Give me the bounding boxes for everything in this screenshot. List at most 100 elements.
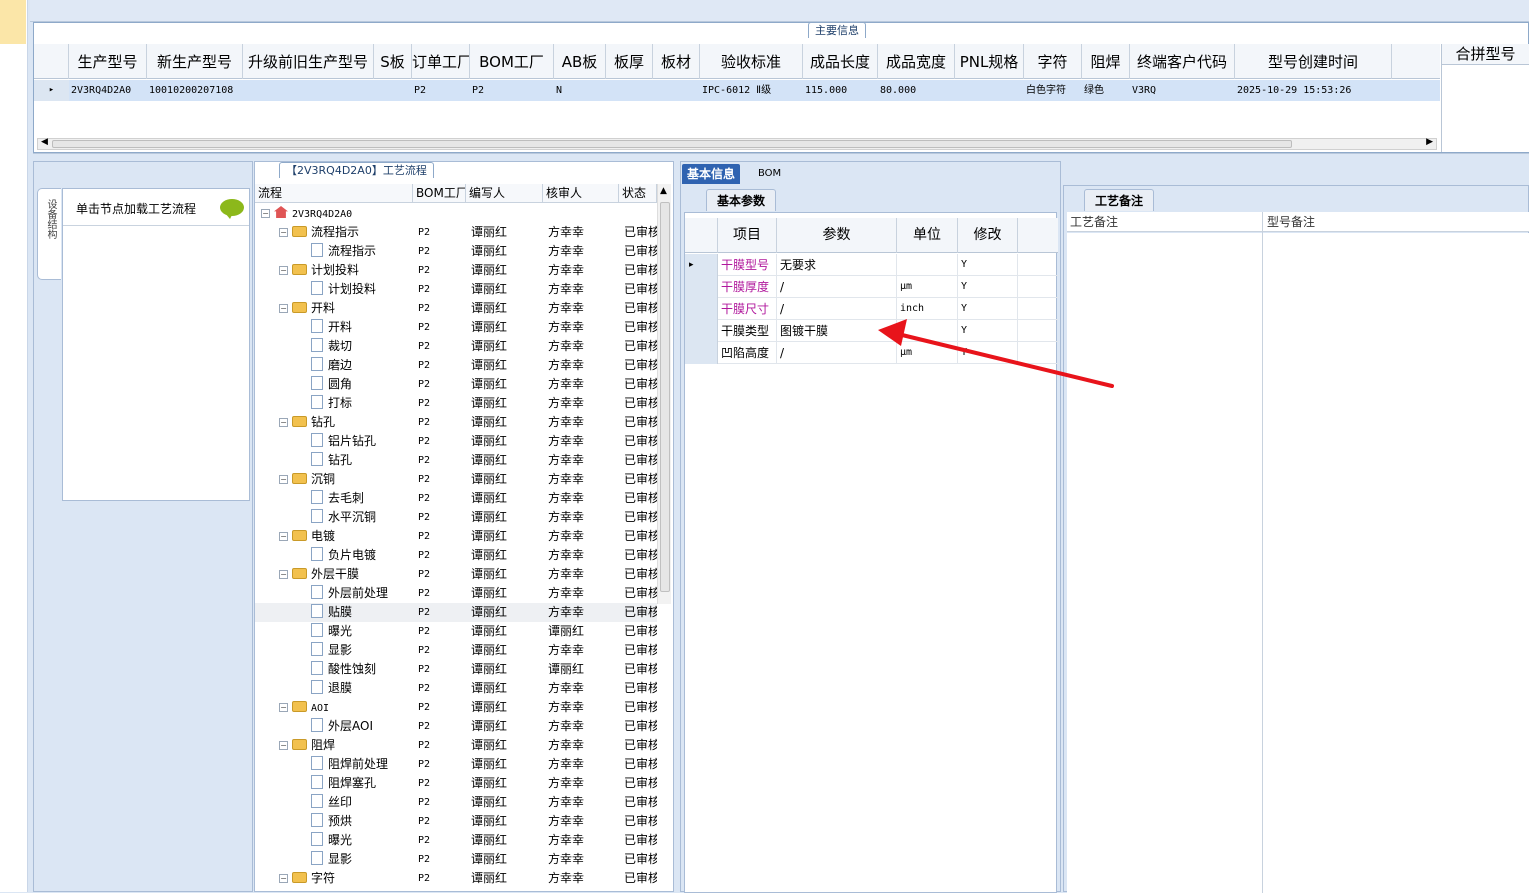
tree-node-name[interactable]: 退膜 — [295, 679, 413, 698]
param-row[interactable]: ▸ 干膜型号 无要求 Y — [685, 254, 1058, 276]
row-header[interactable] — [685, 342, 718, 364]
col-header[interactable]: PNL规格 — [955, 44, 1024, 79]
tree-node-row[interactable]: − 外层干膜 P2 谭丽红 方幸幸 已审核 — [255, 565, 657, 584]
tree-node-name[interactable]: 阻焊前处理 — [295, 755, 413, 774]
tree-node-name[interactable]: 开料 — [295, 318, 413, 337]
row-header[interactable] — [685, 298, 718, 320]
tree-node-row[interactable]: − 沉铜 P2 谭丽红 方幸幸 已审核 — [255, 470, 657, 489]
scroll-thumb[interactable] — [52, 140, 1292, 148]
tree-node-name[interactable]: − 2V3RQ4D2A0 — [261, 204, 413, 223]
tree-node-name[interactable]: 丝印 — [295, 793, 413, 812]
subtab-process-remarks[interactable]: 工艺备注 — [1084, 189, 1155, 211]
tree-node-name[interactable]: 计划投料 — [295, 280, 413, 299]
col-header[interactable]: 板材 — [653, 44, 700, 79]
col-header[interactable]: 验收标准 — [700, 44, 803, 79]
param-param[interactable]: / — [777, 342, 897, 364]
param-modify[interactable]: Y — [958, 320, 1018, 342]
cell-value[interactable]: P2 — [470, 80, 554, 101]
cell-value[interactable] — [653, 80, 700, 101]
row-header-corner[interactable] — [34, 44, 69, 79]
tree-node-name[interactable]: − 电镀 — [279, 527, 413, 546]
cell-value[interactable]: 2V3RQ4D2A0 — [69, 80, 147, 101]
tab-bom[interactable]: BOM — [753, 164, 786, 184]
collapse-icon[interactable]: − — [279, 874, 288, 883]
cell-value[interactable]: N — [554, 80, 606, 101]
structure-node-box[interactable]: 单击节点加载工艺流程 — [62, 188, 250, 501]
tree-node-name[interactable]: 圆角 — [295, 375, 413, 394]
cell-value[interactable] — [374, 80, 412, 101]
param-modify[interactable]: Y — [958, 254, 1018, 276]
left-edge-tab[interactable] — [0, 0, 26, 44]
col-process-remarks[interactable]: 工艺备注 — [1067, 212, 1118, 232]
cell-value[interactable]: 10010200207108 — [147, 80, 243, 101]
tree-node-row[interactable]: 外层前处理 P2 谭丽红 方幸幸 已审核 — [255, 584, 657, 603]
tree-node-name[interactable]: 预烘 — [295, 812, 413, 831]
collapse-icon[interactable]: − — [279, 570, 288, 579]
tree-node-name[interactable]: 酸性蚀刻 — [295, 660, 413, 679]
scroll-thumb[interactable] — [660, 202, 670, 592]
tree-node-name[interactable]: − 外层干膜 — [279, 565, 413, 584]
param-item[interactable]: 凹陷高度 — [718, 342, 777, 364]
tree-node-name[interactable]: 钻孔 — [295, 451, 413, 470]
main-info-hscrollbar[interactable]: ◀ ▶ — [37, 137, 1437, 150]
tree-node-row[interactable]: 负片电镀 P2 谭丽红 方幸幸 已审核 — [255, 546, 657, 565]
tree-node-row[interactable]: 裁切 P2 谭丽红 方幸幸 已审核 — [255, 337, 657, 356]
cell-value[interactable] — [955, 80, 1024, 101]
tree-node-name[interactable]: 显影 — [295, 850, 413, 869]
tree-node-name[interactable]: − AOI — [279, 698, 413, 717]
cell-value[interactable]: IPC-6012 Ⅱ级 — [700, 80, 803, 101]
tree-node-row[interactable]: − 开料 P2 谭丽红 方幸幸 已审核 — [255, 299, 657, 318]
col-model-remarks[interactable]: 型号备注 — [1264, 212, 1315, 232]
param-param[interactable]: / — [777, 298, 897, 320]
col-header[interactable]: 阻焊 — [1082, 44, 1130, 79]
tree-node-name[interactable]: − 流程指示 — [279, 223, 413, 242]
param-item[interactable]: 干膜厚度 — [718, 276, 777, 298]
col-header[interactable]: 成品长度 — [803, 44, 878, 79]
col-header[interactable]: 生产型号 — [69, 44, 147, 79]
tree-node-row[interactable]: 水平沉铜 P2 谭丽红 方幸幸 已审核 — [255, 508, 657, 527]
tree-node-row[interactable]: 曝光 P2 谭丽红 方幸幸 已审核 — [255, 831, 657, 850]
tree-node-name[interactable]: 裁切 — [295, 337, 413, 356]
tree-node-name[interactable]: − 计划投料 — [279, 261, 413, 280]
flow-col-header[interactable]: 流程 — [255, 184, 413, 203]
tree-node-row[interactable]: − 计划投料 P2 谭丽红 方幸幸 已审核 — [255, 261, 657, 280]
tree-node-name[interactable]: − 钻孔 — [279, 413, 413, 432]
tree-node-name[interactable]: 显影 — [295, 641, 413, 660]
param-row[interactable]: 干膜尺寸 / inch Y — [685, 298, 1058, 320]
col-header[interactable]: 升级前旧生产型号 — [243, 44, 374, 79]
collapse-icon[interactable]: − — [279, 228, 288, 237]
param-unit[interactable] — [897, 254, 958, 276]
tree-node-row[interactable]: − 字符 P2 谭丽红 方幸幸 已审核 — [255, 869, 657, 888]
flow-tree-vscrollbar[interactable]: ▲ — [657, 184, 671, 604]
col-modify[interactable]: 修改 — [958, 218, 1018, 253]
flow-col-header[interactable]: 核审人 — [543, 184, 619, 203]
tree-node-row[interactable]: − 2V3RQ4D2A0 — [255, 204, 657, 223]
tree-node-row[interactable]: 丝印 P2 谭丽红 方幸幸 已审核 — [255, 793, 657, 812]
row-header[interactable] — [685, 320, 718, 342]
flow-col-header[interactable]: 状态 — [619, 184, 657, 203]
col-header[interactable]: 成品宽度 — [878, 44, 955, 79]
panel-splitter[interactable] — [33, 153, 1529, 161]
param-param[interactable]: 无要求 — [777, 254, 897, 276]
tree-node-row[interactable]: 显影 P2 谭丽红 方幸幸 已审核 — [255, 850, 657, 869]
tree-node-name[interactable]: 水平沉铜 — [295, 508, 413, 527]
tree-node-row[interactable]: − 阻焊 P2 谭丽红 方幸幸 已审核 — [255, 736, 657, 755]
collapse-icon[interactable]: − — [279, 703, 288, 712]
cell-value[interactable]: P2 — [412, 80, 470, 101]
cell-value[interactable] — [243, 80, 374, 101]
param-item[interactable]: 干膜类型 — [718, 320, 777, 342]
tree-node-row[interactable]: 阻焊塞孔 P2 谭丽红 方幸幸 已审核 — [255, 774, 657, 793]
scroll-up-icon[interactable]: ▲ — [660, 186, 667, 196]
col-param[interactable]: 参数 — [777, 218, 897, 253]
param-item[interactable]: 干膜型号 — [718, 254, 777, 276]
tree-node-name[interactable]: 阻焊塞孔 — [295, 774, 413, 793]
col-header[interactable]: 新生产型号 — [147, 44, 243, 79]
tree-node-row[interactable]: − AOI P2 谭丽红 方幸幸 已审核 — [255, 698, 657, 717]
cell-value[interactable]: 80.000 — [878, 80, 955, 101]
cell-value[interactable]: 115.000 — [803, 80, 878, 101]
collapse-icon[interactable]: − — [279, 475, 288, 484]
tree-node-row[interactable]: − 钻孔 P2 谭丽红 方幸幸 已审核 — [255, 413, 657, 432]
cell-value[interactable]: 白色字符 — [1024, 80, 1082, 101]
param-item[interactable]: 干膜尺寸 — [718, 298, 777, 320]
param-unit[interactable]: μm — [897, 276, 958, 298]
